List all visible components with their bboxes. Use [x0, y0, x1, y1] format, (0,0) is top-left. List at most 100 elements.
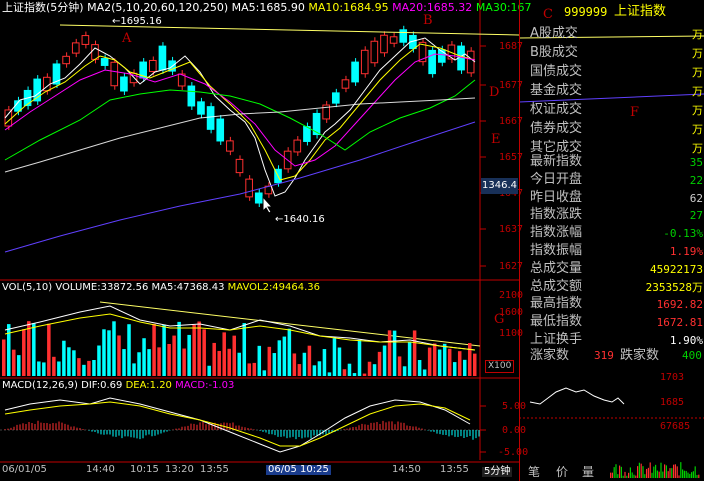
stat-value: 2353528万: [645, 281, 703, 294]
stat-value: 22: [689, 174, 703, 187]
volume-bar: [447, 348, 452, 376]
volume-bar: [57, 361, 61, 376]
turnover-value: 万: [692, 28, 703, 41]
volume-bar: [147, 349, 151, 376]
volume-bar: [22, 329, 26, 376]
candle-body: [389, 36, 398, 44]
stat-label: 总成交量: [530, 261, 583, 276]
candle-body: [197, 101, 205, 115]
period-selector[interactable]: 5分钟: [482, 467, 513, 477]
mark-d: D: [489, 85, 500, 100]
stock-code: 999999: [564, 5, 608, 19]
time-tick: 14:50: [392, 464, 421, 475]
volume-bar: [112, 321, 116, 376]
volume-bar: [227, 348, 231, 376]
turnover-value: 万: [692, 142, 703, 155]
volume-bar: [32, 323, 36, 376]
volume-bar: [142, 338, 146, 376]
candle-body: [360, 49, 369, 75]
volume-bar: [322, 349, 327, 376]
candle-body: [100, 58, 109, 66]
stat-label: 最低指数: [530, 314, 583, 329]
macd-dif: DIF:0.69: [81, 380, 123, 391]
volume-bar: [452, 362, 457, 376]
volume-bar: [92, 360, 96, 376]
volume-bar: [117, 335, 121, 376]
volume-bar: [237, 352, 242, 376]
volume-bar: [122, 349, 126, 376]
dea-line: [4, 401, 471, 447]
volume-bar: [307, 345, 312, 376]
vol-name: VOL(5,10): [2, 282, 53, 293]
macd-name: MACD(12,26,9): [2, 380, 78, 391]
stat-label: 最高指数: [530, 296, 583, 311]
candle-body: [341, 79, 350, 89]
down-count-value: 400: [682, 349, 702, 362]
volume-bar: [337, 347, 342, 376]
volume-bar: [297, 364, 302, 376]
stat-value: 1.19%: [669, 245, 703, 258]
volume-bar: [202, 329, 206, 376]
volume-bar: [397, 356, 402, 376]
stock-name: 上证指数: [614, 4, 667, 19]
volume-bar: [152, 323, 156, 376]
volume-bar: [262, 370, 267, 376]
candle-body: [187, 85, 196, 107]
volume-bar: [387, 330, 392, 376]
volume-bar: [392, 330, 397, 376]
volume-bar: [207, 365, 211, 376]
candle-body: [226, 140, 234, 152]
candle-body: [245, 178, 253, 198]
tab-volume[interactable]: 量: [582, 466, 594, 478]
time-tick: 13:55: [200, 464, 229, 475]
turnover-value: 万: [692, 123, 703, 136]
candle-body: [148, 59, 157, 73]
vol-ma10-line: [4, 313, 476, 351]
volume-bar: [402, 366, 407, 376]
time-cursor-label: 06/05 10:25: [266, 464, 331, 475]
volume-bar: [327, 372, 332, 376]
stat-value: 1.90%: [669, 334, 703, 347]
volume-bar: [277, 340, 282, 376]
mini-tick-1685: 1685: [660, 397, 685, 408]
turnover-label: 其它成交: [530, 140, 583, 155]
volume-bar: [217, 350, 221, 376]
volume-bar: [177, 321, 181, 376]
volume-bar: [422, 369, 427, 376]
volume-bar: [312, 365, 317, 376]
volume-bar: [232, 335, 236, 376]
volume-bar: [252, 362, 257, 376]
turnover-value: 万: [692, 66, 703, 79]
volume-bar: [17, 355, 21, 376]
turnover-value: 万: [692, 85, 703, 98]
time-axis: 06/01/05 14:40 10:15 13:20 13:55 06/05 1…: [0, 465, 480, 481]
volume-bar: [197, 321, 201, 376]
volume-bar: [287, 328, 292, 376]
volume-bar: [12, 349, 16, 376]
tab-price[interactable]: 价: [556, 466, 568, 478]
stat-label: 指数振幅: [530, 243, 583, 258]
volume-bar: [342, 369, 347, 376]
volume-bar: [292, 353, 297, 376]
volume-bar: [52, 356, 56, 376]
candle-body: [332, 92, 340, 104]
tab-trades[interactable]: 笔: [528, 466, 540, 478]
candle-body: [71, 42, 80, 54]
stat-value: 62: [689, 192, 703, 205]
time-tick: 14:40: [86, 464, 115, 475]
ma120-line: [4, 121, 476, 253]
turnover-label: 权证成交: [530, 102, 583, 117]
vol-unit: X100: [485, 360, 515, 373]
turnover-label: B股成交: [530, 45, 578, 60]
candle-body: [293, 139, 302, 153]
volume-bar: [222, 332, 226, 376]
stat-label: 指数涨跌: [530, 207, 583, 222]
macd-value: MACD:-1.03: [175, 380, 235, 391]
vol-volume: VOLUME:33872.56: [55, 282, 149, 293]
volume-bar: [137, 352, 141, 376]
up-count-label: 涨家数: [530, 348, 570, 363]
candle-body: [158, 45, 167, 71]
candle-body: [81, 35, 90, 45]
candle-body: [466, 50, 475, 74]
volume-bar: [317, 361, 322, 376]
